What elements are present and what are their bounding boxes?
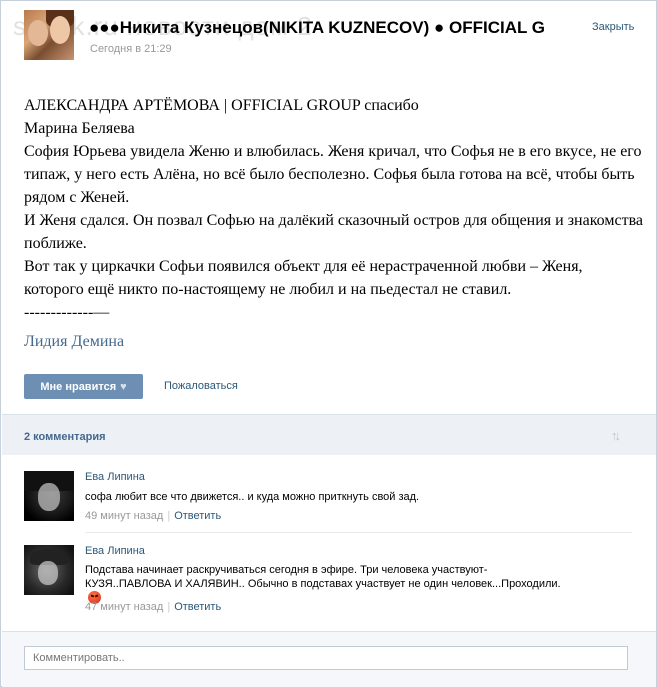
comment-author[interactable]: Ева Липина xyxy=(85,471,145,483)
close-link[interactable]: Закрыть xyxy=(592,21,634,33)
like-button[interactable]: Мне нравится ♥ xyxy=(24,374,143,399)
commenter-avatar[interactable] xyxy=(24,545,74,595)
post-line: АЛЕКСАНДРА АРТЁМОВА | OFFICIAL GROUP спа… xyxy=(24,97,419,114)
comments-count[interactable]: 2 комментария xyxy=(24,431,106,443)
post-header: s/lock.ru новости дом 2 ●●●Никита Кузнец… xyxy=(1,1,656,79)
post-line: София Юрьева увидела Женю и влюбилась. Ж… xyxy=(24,143,642,206)
comment-footer: Комментировать.. xyxy=(2,631,656,687)
comment-text: Подстава начинает раскручиваться сегодня… xyxy=(85,563,565,606)
post-line: И Женя сдался. Он позвал Софью на далёки… xyxy=(24,212,644,252)
comment-input[interactable]: Комментировать.. xyxy=(24,646,628,670)
sort-arrows-icon[interactable]: ↑↓ xyxy=(611,428,621,443)
comment-text-body: Подстава начинает раскручиваться сегодня… xyxy=(85,564,561,590)
comment-meta: 49 минут назад | Ответить xyxy=(85,510,222,522)
reply-link[interactable]: Ответить xyxy=(174,510,221,522)
post-time[interactable]: Сегодня в 21:29 xyxy=(90,43,172,55)
post-line: Марина Беляева xyxy=(24,120,135,137)
heart-icon: ♥ xyxy=(120,380,127,393)
comment-author[interactable]: Ева Липина xyxy=(85,545,145,557)
post-card: s/lock.ru новости дом 2 ●●●Никита Кузнец… xyxy=(0,0,657,687)
group-avatar[interactable] xyxy=(24,10,74,60)
post-line: Вот так у циркачки Софьи появился объект… xyxy=(24,258,583,298)
like-label: Мне нравится xyxy=(40,380,117,393)
comments-header: 2 комментария ↑↓ xyxy=(2,414,656,455)
comment-time[interactable]: 49 минут назад xyxy=(85,510,163,522)
commenter-avatar[interactable] xyxy=(24,471,74,521)
reply-link[interactable]: Ответить xyxy=(174,601,221,613)
post-text: АЛЕКСАНДРА АРТЁМОВА | OFFICIAL GROUP спа… xyxy=(24,94,644,324)
complain-link[interactable]: Пожаловаться xyxy=(164,380,238,392)
group-name[interactable]: ●●●Никита Кузнецов(NIKITA KUZNECOV) ● OF… xyxy=(89,18,545,38)
comment-divider xyxy=(85,532,632,533)
post-line: -------------— xyxy=(24,304,110,321)
post-author-link[interactable]: Лидия Демина xyxy=(24,333,124,351)
comment-meta: 47 минут назад | Ответить xyxy=(85,601,222,613)
comment-text: софа любит все что движется.. и куда мож… xyxy=(85,491,420,503)
comment-time[interactable]: 47 минут назад xyxy=(85,601,163,613)
